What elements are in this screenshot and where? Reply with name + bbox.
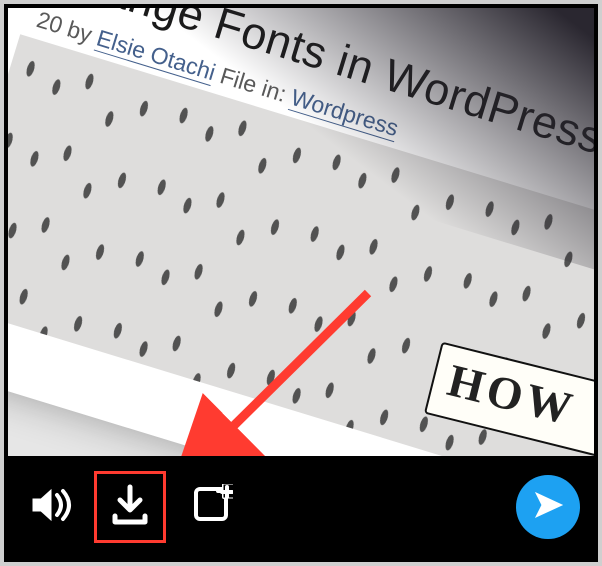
send-icon bbox=[532, 489, 564, 526]
add-to-story-icon bbox=[191, 484, 233, 531]
sound-toggle-button[interactable] bbox=[16, 471, 90, 543]
send-circle bbox=[516, 475, 580, 539]
download-button[interactable] bbox=[94, 471, 166, 543]
add-to-story-button[interactable] bbox=[176, 471, 248, 543]
screenshot-frame: r Time is part of Google's Family Link s… bbox=[0, 0, 602, 566]
send-button[interactable] bbox=[510, 471, 586, 543]
download-icon bbox=[110, 484, 150, 531]
snap-toolbar bbox=[8, 456, 594, 558]
volume-icon bbox=[29, 485, 77, 530]
